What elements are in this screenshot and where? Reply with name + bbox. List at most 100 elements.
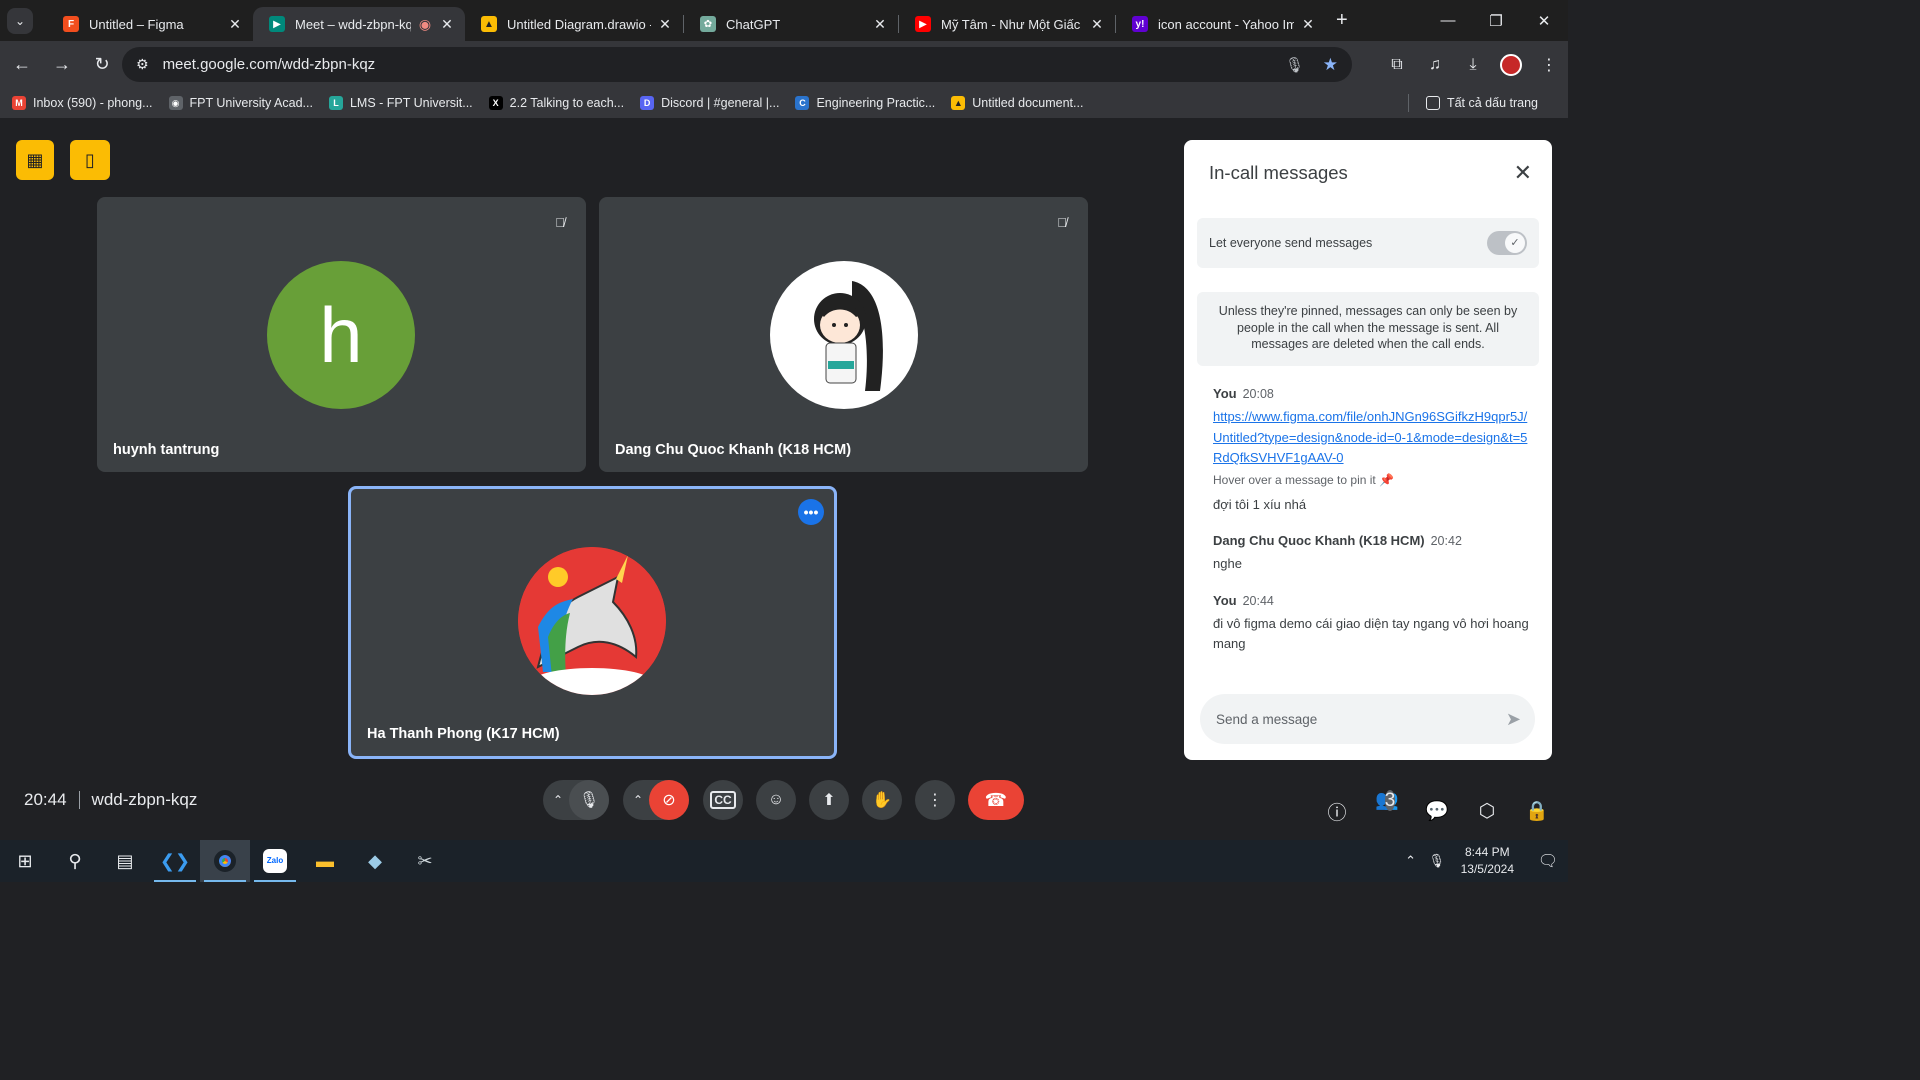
mic-button[interactable]: 🎙: [569, 780, 609, 820]
restore-icon[interactable]: ❐: [1472, 12, 1520, 30]
task-view-icon[interactable]: ▤: [100, 840, 150, 882]
app-icon[interactable]: ◆: [350, 840, 400, 882]
more-options-icon[interactable]: •••: [798, 499, 824, 525]
meeting-info: 20:44 wdd-zbpn-kqz: [24, 790, 197, 810]
search-icon[interactable]: ⚲: [50, 840, 100, 882]
bookmark-discord[interactable]: D Discord | #general |...: [640, 96, 779, 110]
pin-icon[interactable]: 📌: [1379, 473, 1394, 487]
address-bar[interactable]: ⚙ meet.google.com/wdd-zbpn-kqz 🎙 ★: [122, 47, 1352, 82]
extensions-icon[interactable]: ⧉: [1386, 56, 1408, 74]
media-control-icon[interactable]: ♫: [1424, 56, 1446, 74]
participant-name: Dang Chu Quoc Khanh (K18 HCM): [615, 442, 852, 458]
tab-figma[interactable]: F Untitled – Figma ✕: [47, 7, 253, 41]
bookmark-x[interactable]: X 2.2 Talking to each...: [488, 96, 624, 110]
chatgpt-icon: ✿: [700, 16, 716, 32]
tab-yahoo[interactable]: y! icon account - Yahoo Imag ✕: [1116, 7, 1326, 41]
meeting-code: wdd-zbpn-kqz: [91, 790, 198, 809]
notification-icon[interactable]: 🗨: [1528, 851, 1568, 871]
mic-off-icon: 🎙̸: [1057, 215, 1067, 230]
clock[interactable]: 8:44 PM 13/5/2024: [1461, 844, 1514, 878]
tab-drawio[interactable]: ▲ Untitled Diagram.drawio - ✕: [465, 7, 683, 41]
microphone-icon[interactable]: 🎙: [1425, 853, 1449, 869]
new-tab-button[interactable]: +: [1336, 9, 1348, 32]
participant-tile-active[interactable]: ••• Ha Thanh Phong (K17 HCM): [348, 486, 837, 759]
tab-meet[interactable]: ▶ Meet – wdd-zbpn-kqz ◉ ✕: [253, 7, 465, 41]
bookmark-coursera[interactable]: C Engineering Practic...: [795, 96, 935, 110]
site-settings-icon[interactable]: ⚙: [136, 56, 149, 73]
unicorn-avatar: [518, 547, 666, 695]
room-icon[interactable]: ▯: [70, 140, 110, 180]
message-link[interactable]: https://www.figma.com/file/onhJNGn96SGif…: [1213, 407, 1533, 469]
message-input[interactable]: [1216, 711, 1476, 727]
activities-icon[interactable]: ⬡: [1474, 800, 1500, 823]
close-tab-icon[interactable]: ✕: [657, 16, 673, 33]
windows-start-icon[interactable]: ⊞: [0, 840, 50, 882]
google-drive-icon: ▲: [951, 96, 966, 110]
youtube-icon: ▶: [915, 16, 931, 32]
file-explorer-icon[interactable]: ▬: [300, 840, 350, 882]
chrome-icon[interactable]: [200, 840, 250, 882]
voice-search-icon[interactable]: 🎙: [1285, 56, 1304, 74]
captions-button[interactable]: CC: [703, 780, 743, 820]
send-icon[interactable]: ➤: [1506, 709, 1521, 730]
message-item: You 20:08 https://www.figma.com/file/onhJ…: [1213, 386, 1533, 515]
url-text[interactable]: meet.google.com/wdd-zbpn-kqz: [163, 56, 376, 73]
tab-youtube[interactable]: ▶ Mỹ Tâm - Như Một Giấc M ✕: [899, 7, 1115, 41]
back-arrow-icon[interactable]: ←: [4, 54, 40, 75]
tab-search-button[interactable]: ⌄: [7, 7, 33, 34]
profile-avatar[interactable]: [1500, 53, 1522, 76]
download-icon[interactable]: ⤓: [1462, 56, 1484, 74]
message-item: Dang Chu Quoc Khanh (K18 HCM) 20:42 nghe: [1213, 533, 1462, 571]
chat-notice: Unless they're pinned, messages can only…: [1197, 292, 1539, 366]
camera-control: ⌃ ⊘: [623, 780, 689, 820]
figma-icon: F: [63, 16, 79, 32]
close-icon[interactable]: ✕: [1514, 160, 1532, 186]
mic-off-icon: 🎙̸: [555, 215, 565, 230]
close-tab-icon[interactable]: ✕: [227, 16, 243, 33]
close-tab-icon[interactable]: ✕: [439, 16, 455, 33]
reload-icon[interactable]: ↻: [84, 54, 120, 75]
zalo-icon[interactable]: Zalo: [250, 840, 300, 882]
chevron-up-icon[interactable]: ⌃: [553, 793, 563, 807]
chevron-down-icon: ⌄: [14, 13, 26, 28]
more-options-button[interactable]: ⋮: [915, 780, 955, 820]
reactions-button[interactable]: ☺: [756, 780, 796, 820]
snipping-tool-icon[interactable]: ✂: [400, 840, 450, 882]
close-tab-icon[interactable]: ✕: [872, 16, 888, 33]
participant-tile[interactable]: 🎙̸ h huynh tantrung: [97, 197, 586, 472]
tab-chatgpt[interactable]: ✿ ChatGPT ✕: [684, 7, 898, 41]
mic-control: ⌃ 🎙: [543, 780, 609, 820]
forward-arrow-icon[interactable]: →: [44, 54, 80, 75]
close-window-icon[interactable]: ✕: [1520, 12, 1568, 30]
leave-call-button[interactable]: ☎: [968, 780, 1024, 820]
menu-kebab-icon[interactable]: ⋮: [1538, 55, 1560, 75]
chat-icon[interactable]: 💬: [1424, 799, 1450, 823]
bookmark-fpt[interactable]: ◉ FPT University Acad...: [168, 96, 313, 110]
chevron-up-icon[interactable]: ⌃: [633, 793, 643, 807]
anime-character-avatar: [814, 281, 883, 391]
minimize-icon[interactable]: —: [1424, 12, 1472, 29]
chevron-up-icon[interactable]: ⌃: [1399, 853, 1423, 869]
bookmark-gmail[interactable]: M Inbox (590) - phong...: [12, 96, 153, 110]
raise-hand-button[interactable]: ✋: [862, 780, 902, 820]
bookmark-drive[interactable]: ▲ Untitled document...: [951, 96, 1083, 110]
close-tab-icon[interactable]: ✕: [1300, 16, 1316, 33]
let-everyone-send-row: Let everyone send messages: [1197, 218, 1539, 268]
end-call-icon: ☎: [984, 789, 1008, 810]
lms-icon: L: [328, 96, 343, 110]
bookmark-star-icon[interactable]: ★: [1323, 55, 1338, 75]
info-icon[interactable]: ⓘ: [1324, 798, 1350, 825]
all-bookmarks[interactable]: Tất cả dấu trang: [1407, 94, 1538, 112]
present-button[interactable]: ⬆: [809, 780, 849, 820]
message-composer: ➤: [1200, 694, 1535, 744]
vscode-icon[interactable]: ❮❯: [150, 840, 200, 882]
host-controls-icon[interactable]: 🔒: [1524, 799, 1550, 823]
people-icon[interactable]: 👥3: [1374, 788, 1400, 834]
meeting-side-controls: ⓘ 👥3 💬 ⬡ 🔒: [1324, 788, 1550, 834]
camera-off-button[interactable]: ⊘: [649, 780, 689, 820]
bookmark-lms[interactable]: L LMS - FPT Universit...: [328, 96, 473, 110]
let-everyone-send-toggle[interactable]: [1487, 231, 1527, 255]
close-tab-icon[interactable]: ✕: [1089, 16, 1105, 33]
companion-mode-icon[interactable]: ▦: [16, 140, 54, 180]
participant-tile[interactable]: 🎙̸ Dang Chu Quoc Khanh (K18 HCM): [599, 197, 1088, 472]
